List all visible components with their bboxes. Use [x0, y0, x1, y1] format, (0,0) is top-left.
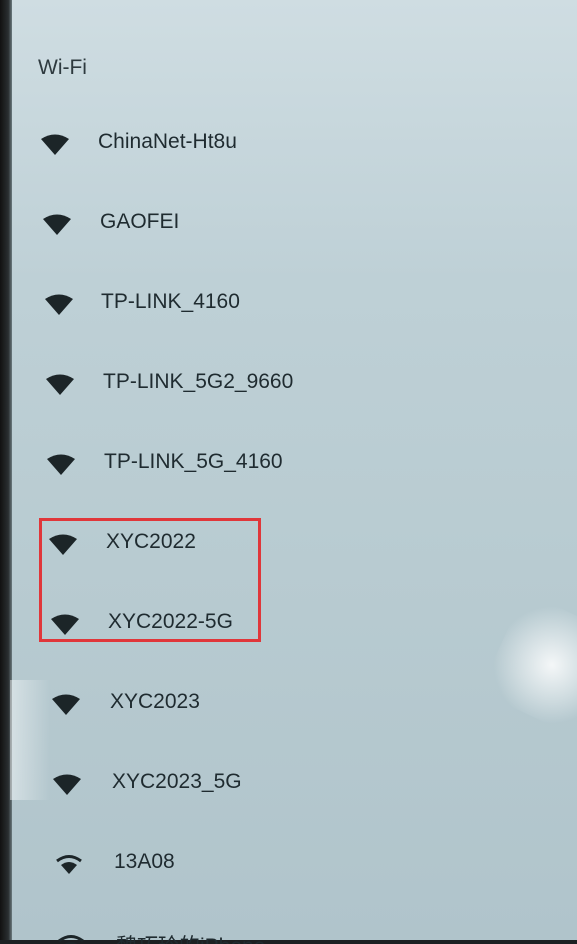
screen-photo: Wi-Fi ChinaNet-Ht8u GAOFEI TP-LINK_4160 … — [0, 0, 577, 944]
wifi-full-icon — [53, 774, 81, 795]
wifi-partial-icon — [58, 935, 84, 944]
wifi-network-item[interactable]: 魏巧玲的iPhone — [0, 902, 577, 944]
wifi-full-icon — [43, 214, 71, 235]
wifi-network-name: ChinaNet-Ht8u — [98, 130, 237, 153]
highlight-box — [39, 518, 261, 642]
wifi-network-item[interactable]: XYC2023_5G — [0, 742, 577, 822]
wifi-network-name: GAOFEI — [100, 210, 180, 233]
wifi-network-item[interactable]: GAOFEI — [0, 182, 577, 262]
wifi-full-icon — [47, 454, 75, 475]
wifi-network-name: 魏巧玲的iPhone — [116, 930, 265, 944]
wifi-full-icon — [52, 694, 80, 715]
wifi-network-item[interactable]: ChinaNet-Ht8u — [0, 102, 577, 182]
wifi-network-name: XYC2023_5G — [112, 770, 242, 793]
wifi-network-item[interactable]: XYC2023 — [0, 662, 577, 742]
wifi-network-item[interactable]: 13A08 — [0, 822, 577, 902]
wifi-network-name: TP-LINK_4160 — [101, 290, 240, 313]
wifi-partial-icon — [56, 855, 82, 874]
page-title: Wi-Fi — [38, 56, 87, 79]
wifi-network-item[interactable]: TP-LINK_5G2_9660 — [0, 342, 577, 422]
wifi-network-item[interactable]: TP-LINK_5G_4160 — [0, 422, 577, 502]
wifi-network-name: TP-LINK_5G_4160 — [104, 450, 283, 473]
wifi-full-icon — [45, 294, 73, 315]
wifi-network-name: TP-LINK_5G2_9660 — [103, 370, 294, 393]
wifi-network-name: XYC2023 — [110, 690, 200, 713]
wifi-full-icon — [41, 134, 69, 155]
wifi-full-icon — [46, 374, 74, 395]
wifi-network-item[interactable]: TP-LINK_4160 — [0, 262, 577, 342]
wifi-network-name: 13A08 — [114, 850, 175, 873]
